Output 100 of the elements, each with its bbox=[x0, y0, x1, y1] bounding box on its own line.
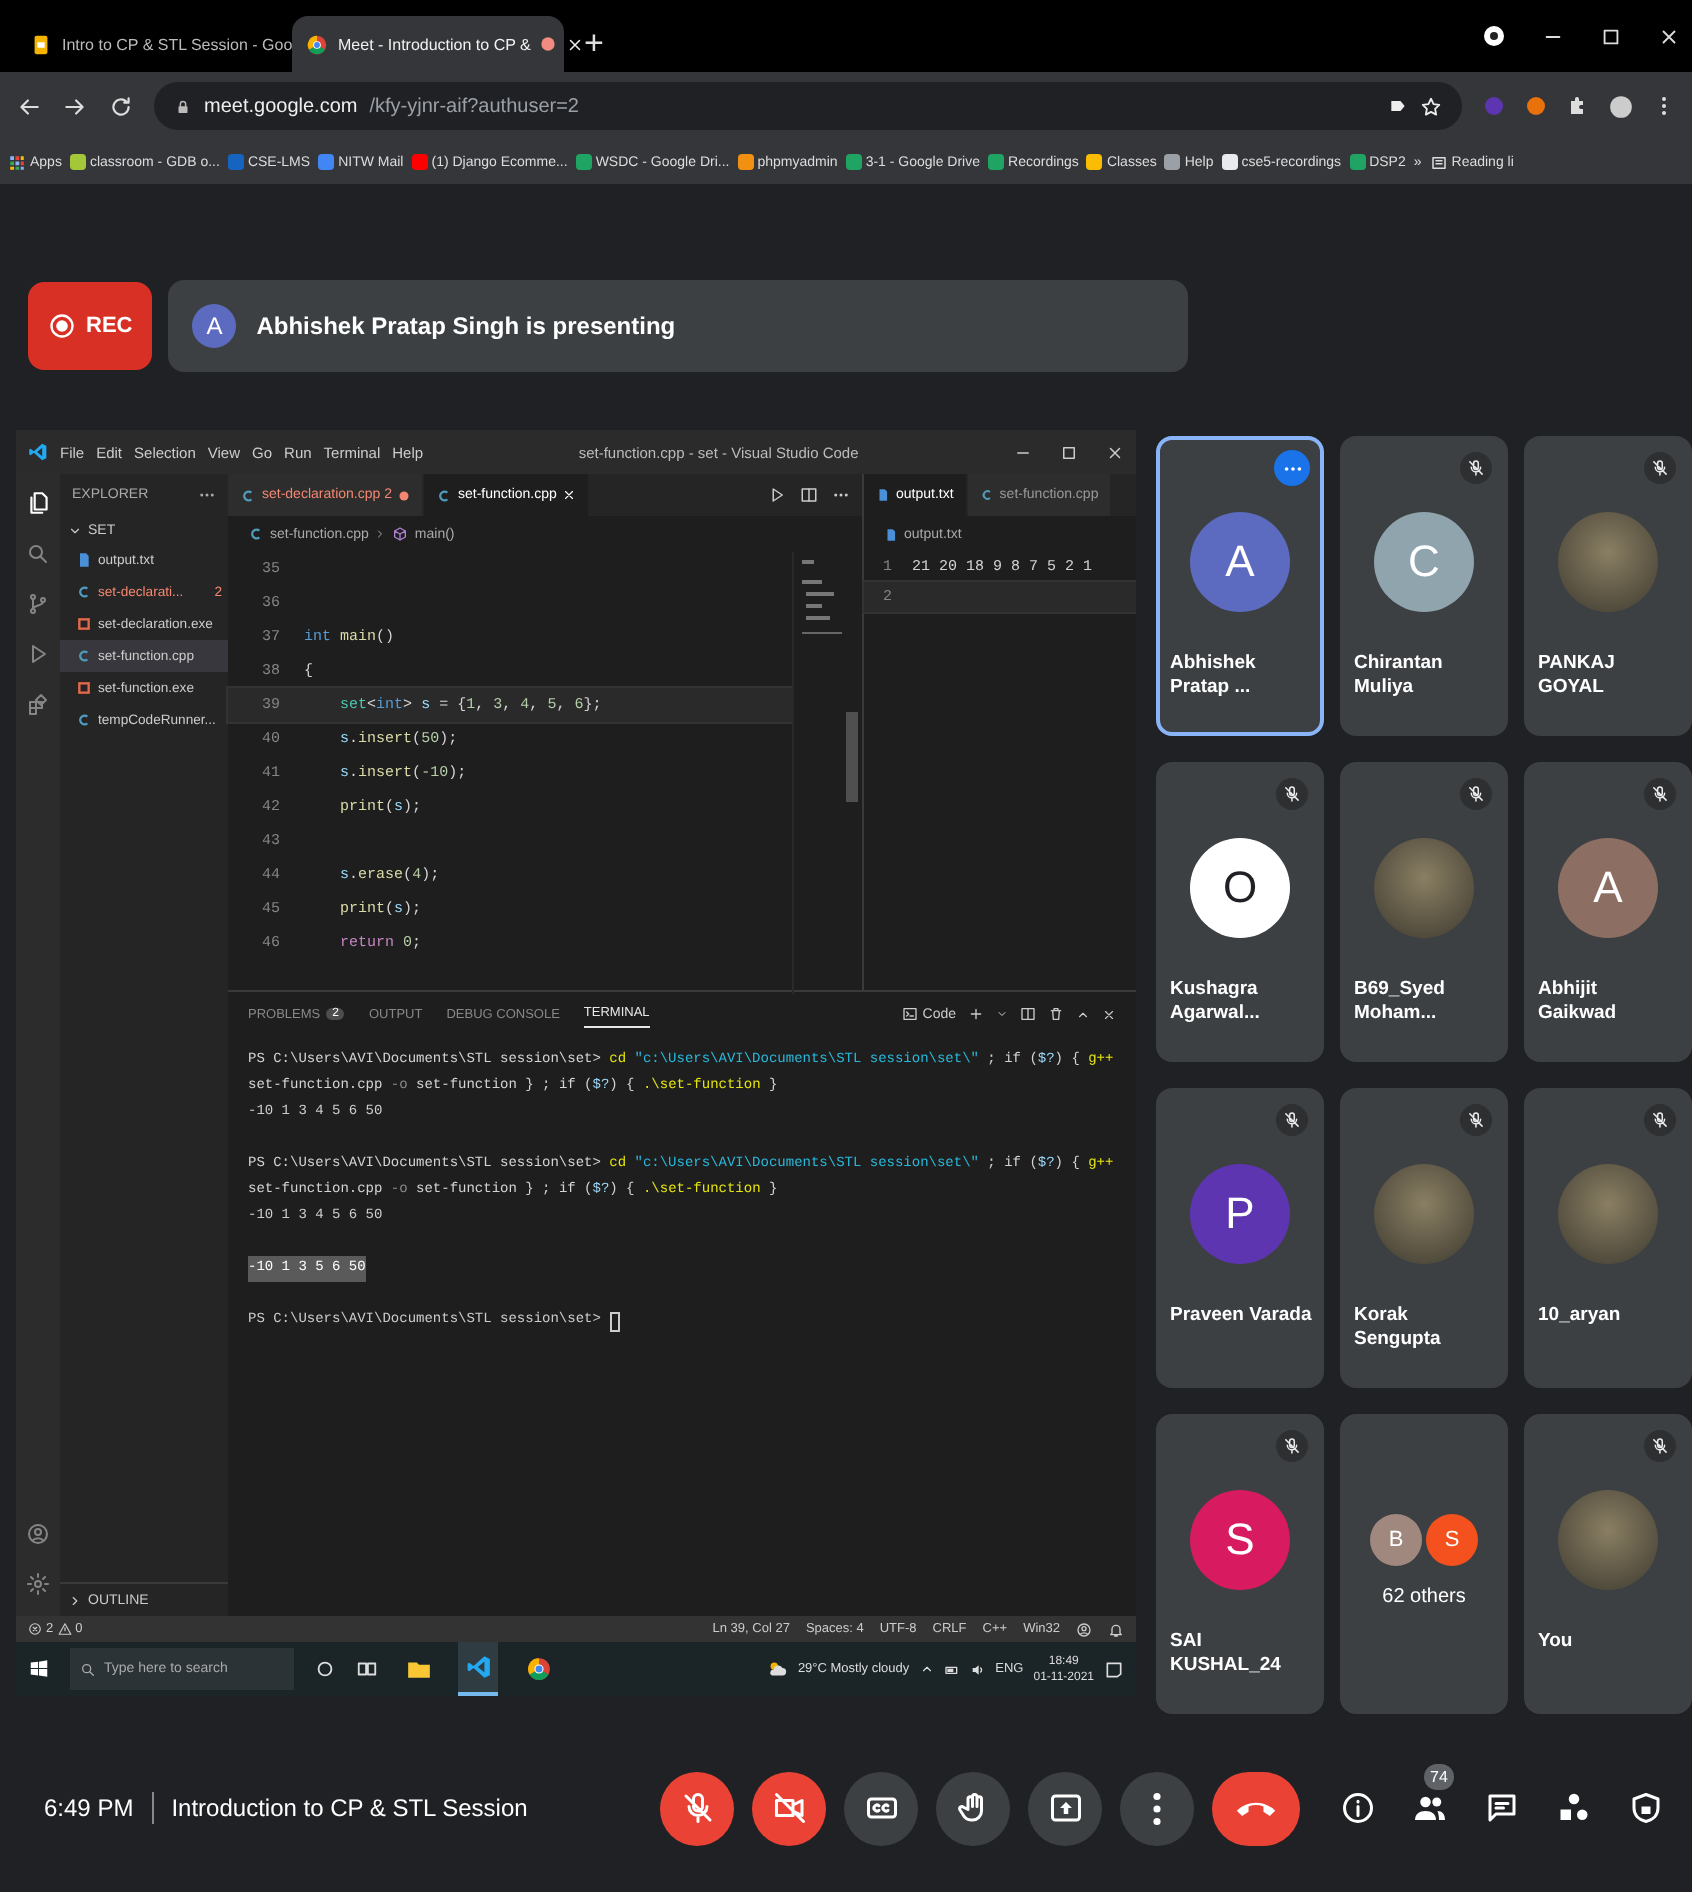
split-editor-icon[interactable] bbox=[800, 486, 818, 504]
warning-icon bbox=[57, 1622, 72, 1636]
avatar-initial: A bbox=[1190, 512, 1290, 612]
cpp-file-icon bbox=[76, 712, 92, 728]
presenter-text: Abhishek Pratap Singh is presenting bbox=[256, 312, 676, 340]
present-screen-icon bbox=[1047, 1790, 1083, 1826]
method-icon bbox=[392, 526, 409, 542]
meeting-title: Introduction to CP & STL Session bbox=[171, 1794, 528, 1822]
account-icon[interactable] bbox=[26, 1522, 50, 1546]
back-icon[interactable] bbox=[16, 93, 42, 119]
extension-icon[interactable] bbox=[1524, 94, 1548, 118]
account-icon[interactable] bbox=[1076, 1621, 1092, 1637]
cpp-file-icon bbox=[240, 487, 256, 503]
text-file-icon bbox=[876, 488, 890, 502]
cpp-file-icon bbox=[436, 487, 452, 503]
participant-name: Praveen Varada bbox=[1170, 1304, 1312, 1328]
lock-icon bbox=[174, 97, 192, 115]
more-options-button[interactable] bbox=[1120, 1771, 1194, 1845]
activities-icon[interactable] bbox=[1556, 1790, 1592, 1826]
record-icon bbox=[48, 312, 76, 340]
tag-icon[interactable] bbox=[1388, 96, 1408, 116]
cortana-ring-icon[interactable] bbox=[314, 1658, 336, 1680]
profile-avatar-icon[interactable] bbox=[1608, 93, 1634, 119]
star-icon[interactable] bbox=[1420, 95, 1442, 117]
close-icon[interactable] bbox=[566, 35, 585, 53]
cpp-file-icon bbox=[76, 648, 92, 664]
reload-icon[interactable] bbox=[108, 93, 134, 119]
binary-file-icon bbox=[76, 680, 92, 696]
avatar-initial: A bbox=[1558, 838, 1658, 938]
plus-icon[interactable] bbox=[968, 1006, 984, 1022]
text-cursor-icon bbox=[609, 1311, 620, 1331]
meeting-time: 6:49 PM bbox=[44, 1794, 134, 1822]
binary-file-icon bbox=[76, 616, 92, 632]
text-file-icon bbox=[884, 527, 898, 541]
participant-name: SAI KUSHAL_24 bbox=[1170, 1630, 1283, 1678]
avatar-initial: O bbox=[1190, 838, 1290, 938]
trash-icon[interactable] bbox=[1048, 1006, 1064, 1022]
raise-hand-button[interactable] bbox=[936, 1771, 1010, 1845]
error-icon bbox=[28, 1622, 42, 1636]
phone-hang-up-icon bbox=[1236, 1800, 1276, 1816]
participant-name: Abhishek Pratap ... bbox=[1170, 652, 1258, 700]
files-icon[interactable] bbox=[25, 490, 51, 516]
notifications-icon[interactable] bbox=[1104, 1659, 1124, 1679]
end-call-button[interactable] bbox=[1212, 1771, 1300, 1845]
vscode-logo-icon bbox=[28, 442, 48, 462]
participant-name: PANKAJ GOYAL bbox=[1538, 652, 1617, 700]
forward-icon[interactable] bbox=[62, 93, 88, 119]
terminal-icon bbox=[902, 1006, 919, 1022]
participant-name: Chirantan Muliya bbox=[1354, 652, 1445, 700]
camera-button[interactable] bbox=[752, 1771, 826, 1845]
present-button[interactable] bbox=[1028, 1771, 1102, 1845]
microphone-button[interactable] bbox=[660, 1771, 734, 1845]
vscode-logo-icon[interactable] bbox=[465, 1654, 491, 1680]
task-view-icon[interactable] bbox=[356, 1658, 378, 1680]
cpp-file-icon bbox=[979, 488, 994, 502]
search-icon[interactable] bbox=[26, 542, 50, 566]
participant-name: Kushagra Agarwal... bbox=[1170, 978, 1262, 1026]
avatar-initial: S bbox=[1426, 1514, 1478, 1566]
windows-start-icon[interactable] bbox=[28, 1658, 50, 1680]
more-options-button[interactable] bbox=[1274, 450, 1310, 486]
run-icon[interactable] bbox=[768, 486, 786, 504]
camera-off-icon bbox=[771, 1790, 807, 1826]
participant-count-badge: 74 bbox=[1424, 1764, 1454, 1790]
chevron-up-icon[interactable] bbox=[919, 1662, 934, 1676]
maximize-icon[interactable] bbox=[1600, 25, 1622, 47]
recording-button[interactable]: REC bbox=[28, 282, 153, 370]
participant-name: Korak Sengupta bbox=[1354, 1304, 1443, 1352]
new-tab-button[interactable]: + bbox=[568, 16, 620, 72]
participant-name: You bbox=[1538, 1630, 1573, 1654]
participant-tile[interactable]: B S 62 others bbox=[1340, 1414, 1508, 1714]
apps-grid-icon bbox=[8, 153, 26, 171]
close-icon[interactable] bbox=[1658, 25, 1680, 47]
close-icon[interactable] bbox=[1106, 443, 1124, 461]
weather-icon bbox=[765, 1658, 788, 1680]
maximize-icon[interactable] bbox=[1060, 443, 1078, 461]
info-icon[interactable] bbox=[1340, 1790, 1376, 1826]
participant-name: B69_Syed Moham... bbox=[1354, 978, 1447, 1026]
captions-button[interactable] bbox=[844, 1771, 918, 1845]
chevron-up-icon[interactable] bbox=[1076, 1007, 1090, 1021]
chevron-down-icon bbox=[68, 523, 82, 537]
chevron-right-icon bbox=[68, 1593, 82, 1607]
address-bar[interactable]: meet.google.com /kfy-yjnr-aif?authuser=2 bbox=[154, 82, 1462, 130]
close-icon[interactable] bbox=[1102, 1007, 1116, 1021]
extensions-icon[interactable] bbox=[26, 692, 50, 716]
settings-icon[interactable] bbox=[26, 1572, 50, 1596]
branch-icon[interactable] bbox=[26, 592, 50, 616]
notification-bell-icon[interactable] bbox=[1108, 1621, 1124, 1637]
split-terminal-icon[interactable] bbox=[1020, 1006, 1036, 1022]
battery-icon bbox=[943, 1661, 960, 1677]
chrome-icon bbox=[306, 33, 328, 55]
search-icon bbox=[80, 1661, 96, 1677]
avatar-initial: P bbox=[1190, 1164, 1290, 1264]
host-controls-icon[interactable] bbox=[1628, 1790, 1664, 1826]
profile-icon[interactable] bbox=[1482, 24, 1506, 48]
chrome-icon[interactable] bbox=[525, 1656, 551, 1682]
chevron-down-icon[interactable] bbox=[996, 1008, 1008, 1020]
chevron-right-icon bbox=[374, 528, 387, 540]
mic-off-icon bbox=[679, 1790, 715, 1826]
presenter-avatar: A bbox=[192, 304, 237, 348]
chat-icon[interactable] bbox=[1484, 1790, 1520, 1826]
